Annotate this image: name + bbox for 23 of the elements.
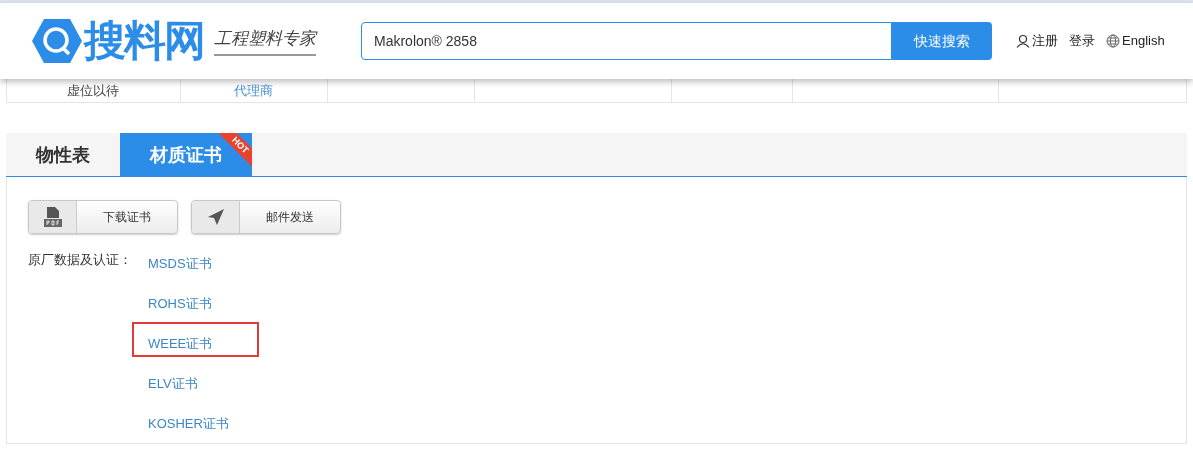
user-icon: [1016, 34, 1030, 48]
certificate-label: 原厂数据及认证：: [28, 251, 133, 269]
header-link[interactable]: English: [1106, 31, 1165, 51]
header-link[interactable]: 登录: [1069, 31, 1095, 51]
globe-icon: [1106, 34, 1120, 48]
certificate-link[interactable]: ELV证书: [148, 376, 198, 391]
slogan: 工程塑料专家: [214, 26, 316, 56]
action-button[interactable]: 邮件发送: [191, 200, 341, 234]
logo-icon: [32, 18, 82, 64]
search-button[interactable]: 快速搜索: [892, 22, 992, 60]
certificate-link[interactable]: KOSHER证书: [148, 416, 229, 431]
action-button[interactable]: 下载证书: [28, 200, 178, 234]
header-link[interactable]: 注册: [1016, 31, 1058, 51]
certificate-link[interactable]: WEEE证书: [148, 336, 213, 351]
table-link[interactable]: 代理商: [234, 80, 274, 101]
certificate-link[interactable]: MSDS证书: [148, 256, 212, 271]
cell-text: 虚位以待: [67, 81, 120, 100]
tab[interactable]: 物性表: [6, 133, 120, 177]
logo-text: 搜料网: [84, 20, 204, 62]
paper-plane-icon: [206, 208, 225, 226]
certificate-link[interactable]: ROHS证书: [148, 296, 212, 311]
search-field[interactable]: Makrolon® 2858: [361, 22, 892, 60]
pdf-icon: [43, 207, 62, 227]
